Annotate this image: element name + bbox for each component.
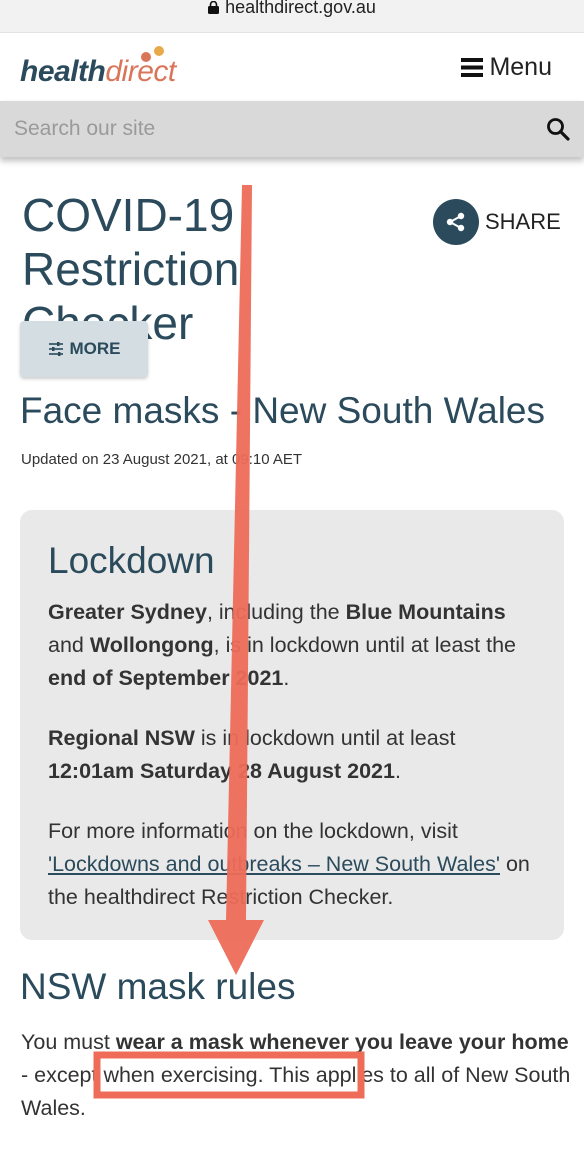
search-input[interactable] — [0, 101, 548, 157]
hamburger-icon — [461, 58, 484, 77]
share-button[interactable]: SHARE — [433, 199, 561, 245]
site-header: healthdirect Menu — [0, 33, 584, 101]
lockdown-heading: Lockdown — [48, 540, 215, 581]
lockdowns-outbreaks-link[interactable]: 'Lockdowns and outbreaks – New South Wal… — [48, 852, 500, 876]
url-text: healthdirect.gov.au — [225, 0, 376, 17]
lockdown-paragraph-2: Regional NSW is in lockdown until at lea… — [48, 726, 456, 783]
lockdown-paragraph-3: For more information on the lockdown, vi… — [48, 819, 530, 909]
more-button[interactable]: MORE — [20, 321, 148, 377]
share-icon — [433, 199, 479, 245]
lockdown-paragraph-1: Greater Sydney, including the Blue Mount… — [48, 600, 517, 690]
sliders-icon — [48, 342, 63, 356]
search-bar — [0, 101, 584, 157]
lockdown-card: Lockdown Greater Sydney, including the B… — [20, 510, 564, 940]
share-label: SHARE — [485, 209, 561, 234]
search-icon[interactable] — [546, 117, 570, 141]
updated-date: Updated on 23 August 2021, at 09:10 AET — [21, 451, 303, 468]
more-label: MORE — [69, 339, 121, 358]
mask-rules-paragraph: You must wear a mask whenever you leave … — [21, 1030, 571, 1120]
lock-icon — [208, 1, 220, 15]
menu-button[interactable]: Menu — [461, 53, 552, 82]
logo-dots-icon — [141, 46, 164, 62]
menu-label: Menu — [489, 53, 552, 81]
mask-rules-heading: NSW mask rules — [20, 966, 296, 1007]
page-subtitle: Face masks - New South Wales — [20, 390, 546, 431]
browser-url-bar[interactable]: healthdirect.gov.au — [0, 0, 584, 33]
